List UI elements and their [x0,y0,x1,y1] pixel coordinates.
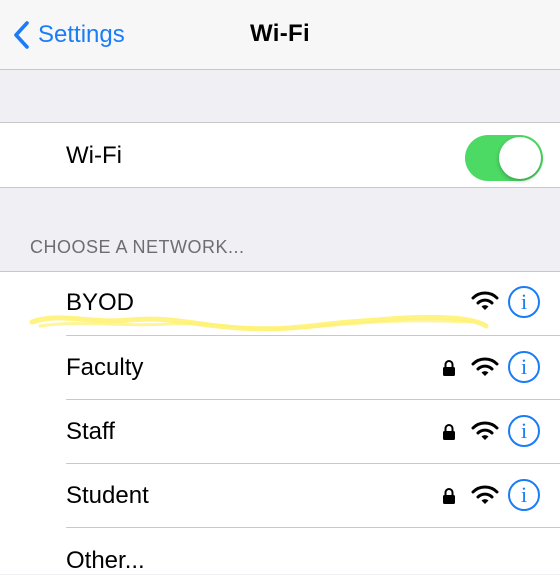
page-title: Wi-Fi [250,20,310,47]
wifi-icon [471,357,499,376]
network-name: Staff [66,418,115,445]
lock-icon [443,424,455,440]
toggle-knob [499,137,541,179]
navigation-bar: Settings Wi-Fi [0,0,560,70]
lock-icon [443,488,455,504]
info-button[interactable]: i [508,286,540,318]
info-button[interactable]: i [508,479,540,511]
wifi-toggle-label: Wi-Fi [66,142,122,169]
section-header: CHOOSE A NETWORK... [30,237,245,257]
wifi-toggle-switch[interactable] [465,135,543,181]
network-name: BYOD [66,289,135,316]
network-name: Faculty [66,354,144,381]
lock-icon [443,360,455,376]
info-button[interactable]: i [508,351,540,383]
other-network-row[interactable]: Other... [0,528,560,574]
other-network-label: Other... [66,547,145,574]
info-button[interactable]: i [508,415,540,447]
wifi-icon [471,485,499,504]
wifi-icon [471,421,499,440]
wifi-icon [471,291,499,310]
network-name: Student [66,482,149,509]
